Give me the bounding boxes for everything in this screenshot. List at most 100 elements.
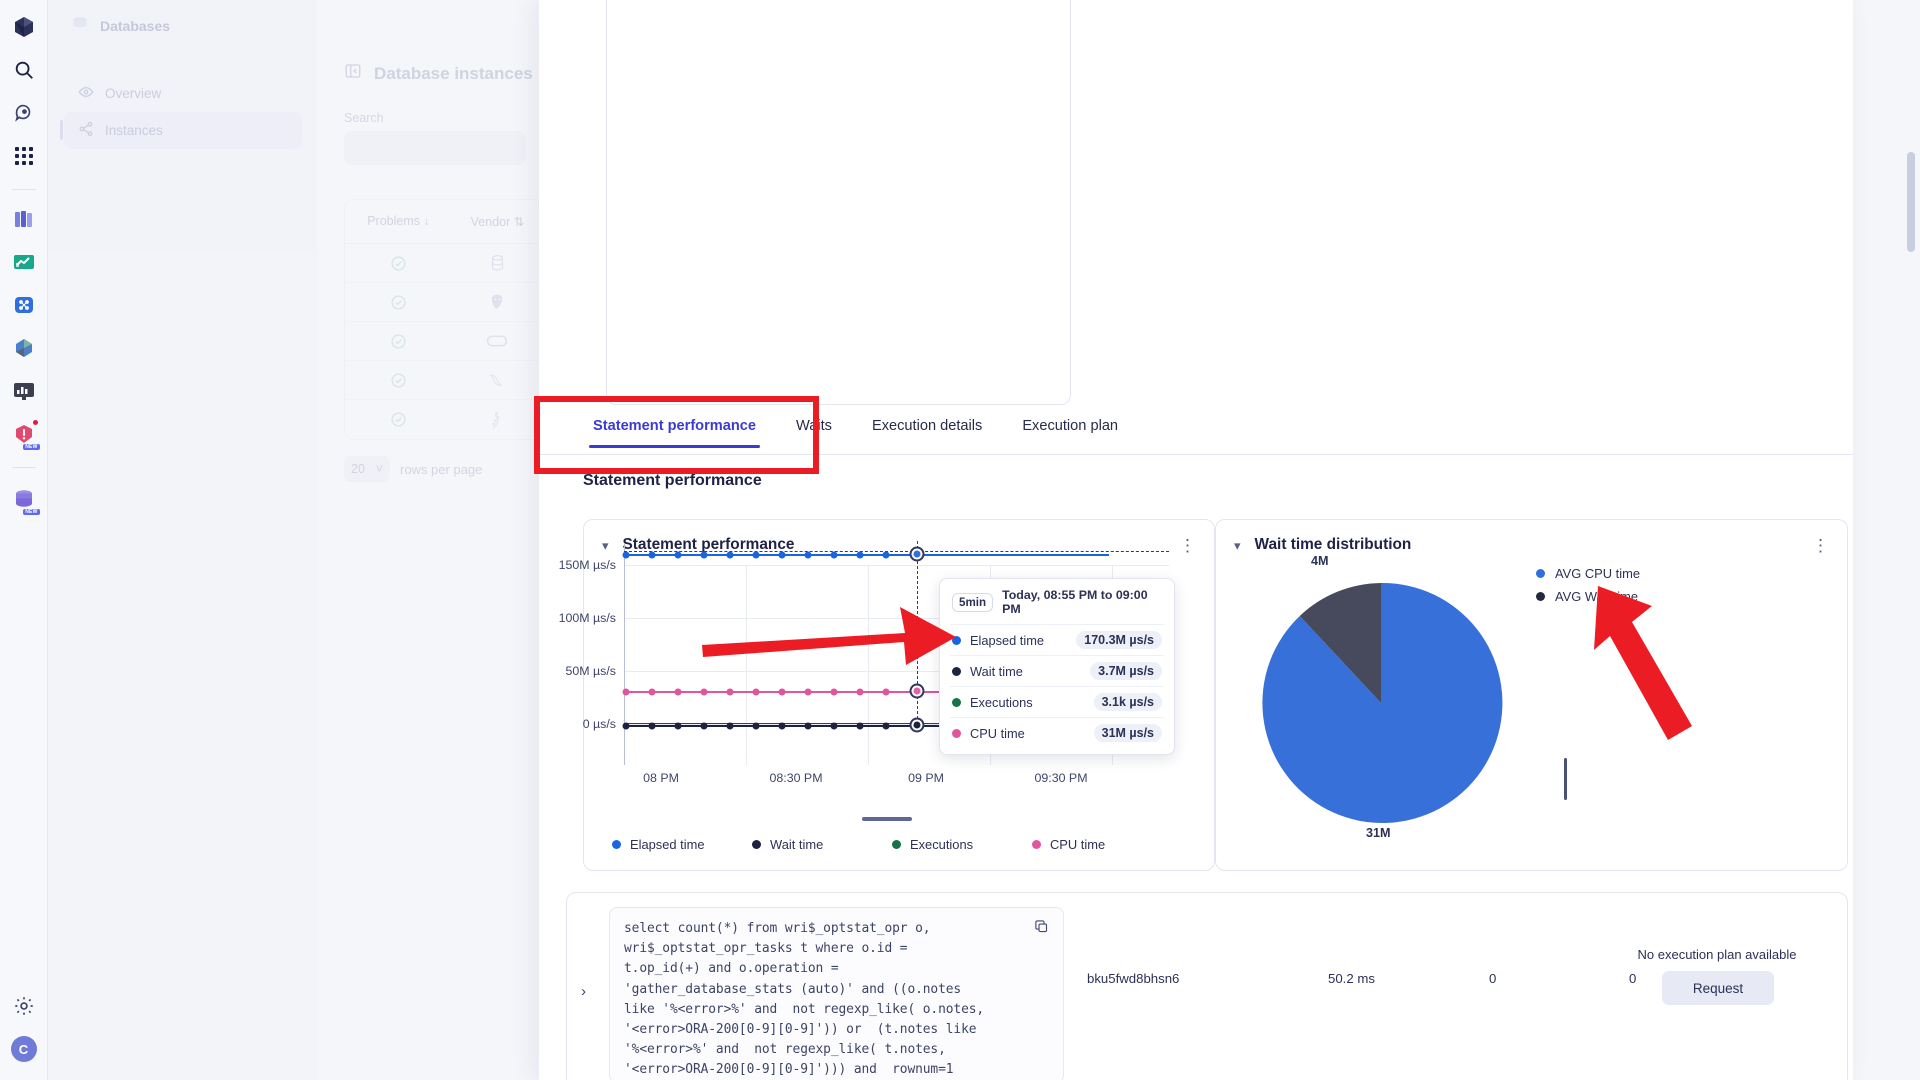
request-button[interactable]: Request: [1662, 971, 1774, 1005]
more-options-icon[interactable]: ⋮: [1179, 537, 1196, 554]
dashboards-icon[interactable]: [7, 245, 41, 279]
legend-item-executions[interactable]: Executions: [892, 837, 1032, 852]
y-tick-100m: 100M µs/s: [558, 611, 616, 625]
nav-items: Overview Instances: [48, 75, 318, 149]
pie-legend: AVG CPU time AVG Wait time: [1536, 566, 1640, 612]
more-options-icon[interactable]: ⋮: [1812, 537, 1829, 554]
settings-gear-icon[interactable]: [7, 989, 41, 1023]
search-icon[interactable]: [7, 53, 41, 87]
infrastructure-icon[interactable]: [7, 374, 41, 408]
rail-divider: [11, 189, 36, 190]
workflows-icon[interactable]: [7, 288, 41, 322]
table-header-row: Problems ↓ Vendor ⇅: [345, 200, 543, 244]
chevron-down-icon: ˅: [375, 462, 383, 476]
pie-chart[interactable]: 4M 31M: [1256, 554, 1567, 840]
copy-icon[interactable]: [1034, 919, 1049, 939]
chart-timeline-scrollbar[interactable]: [862, 817, 912, 821]
chevron-down-icon[interactable]: ▾: [1234, 539, 1241, 552]
series-dot-wait: [952, 666, 961, 676]
tab-execution-plan[interactable]: Execution plan: [1002, 408, 1138, 447]
chevron-right-icon[interactable]: ›: [581, 983, 586, 1000]
card-title: Wait time distribution: [1254, 536, 1412, 553]
legend-item-elapsed-time[interactable]: Elapsed time: [612, 837, 752, 852]
tooltip-interval: 5min: [952, 592, 994, 612]
column-header-problems[interactable]: Problems ↓: [345, 214, 452, 229]
search-input[interactable]: [344, 131, 526, 165]
ok-check-icon: [345, 411, 452, 428]
alert-dot: [31, 419, 39, 426]
assistant-icon[interactable]: [7, 96, 41, 130]
eye-icon: [78, 84, 94, 103]
line-chart[interactable]: 150M µs/s 100M µs/s 50M µs/s 0 µs/s 08 P…: [559, 541, 1175, 785]
problems-icon[interactable]: NEW: [7, 417, 41, 451]
chevron-down-icon[interactable]: ▾: [602, 539, 609, 552]
avatar[interactable]: C: [7, 1032, 41, 1066]
sidebar-item-overview[interactable]: Overview: [64, 75, 302, 112]
legend-item-cpu-time[interactable]: CPU time: [1032, 837, 1172, 852]
nav-panel-title-row: Databases: [48, 0, 318, 37]
metric-b-cell: 0: [1629, 971, 1637, 986]
column-header-vendor[interactable]: Vendor ⇅: [452, 214, 543, 229]
y-tick-50m: 50M µs/s: [565, 664, 616, 678]
ok-check-icon: [345, 372, 452, 389]
page-title: Database instances: [374, 63, 533, 83]
nav-panel-title: Databases: [100, 17, 171, 34]
tooltip-time-range: Today, 08:55 PM to 09:00 PM: [1002, 588, 1148, 616]
pie-label-wait: 4M: [1311, 554, 1329, 568]
statement-sql-snippet-text: select count(*) from wri$_optstat_opr o,…: [624, 921, 985, 1078]
overlay-scrollbar[interactable]: [1901, 0, 1919, 1080]
card-header: ▾ Wait time distribution ⋮: [1216, 520, 1847, 554]
pie-label-cpu: 31M: [1366, 826, 1391, 840]
kubernetes-icon[interactable]: [7, 331, 41, 365]
ok-check-icon: [345, 255, 452, 272]
series-dot-cpu: [952, 728, 961, 738]
new-badge-databases: NEW: [23, 509, 40, 515]
tab-execution-details[interactable]: Execution details: [852, 408, 1002, 447]
table-row[interactable]: [345, 322, 543, 361]
legend-item-wait-time[interactable]: Wait time: [752, 837, 892, 852]
sidebar-item-databases[interactable]: NEW: [7, 482, 41, 516]
hover-point-cpu: [909, 683, 925, 699]
table-row[interactable]: [345, 400, 543, 439]
avatar-initial: C: [10, 1036, 37, 1062]
sidebar-item-overview-label: Overview: [105, 86, 162, 101]
sidebar-item-instances[interactable]: Instances: [60, 112, 302, 149]
duration-cell: 50.2 ms: [1328, 971, 1375, 986]
tab-statement-performance[interactable]: Statement performance: [573, 408, 776, 448]
x-tick-0: 08 PM: [643, 771, 679, 785]
hover-point-wait: [909, 717, 925, 733]
apps-grid-icon[interactable]: [7, 139, 41, 173]
table-row[interactable]: [345, 283, 543, 322]
legend-item-avg-cpu-time[interactable]: AVG CPU time: [1536, 566, 1640, 581]
series-dot-elapsed: [952, 635, 961, 645]
logo-icon[interactable]: [7, 10, 41, 44]
books-icon[interactable]: [7, 202, 41, 236]
scrollbar-thumb[interactable]: [1907, 152, 1915, 252]
y-tick-150m: 150M µs/s: [558, 558, 616, 572]
app-root: NEW NEW C Databases Overview Instances D…: [0, 0, 1920, 1080]
ok-check-icon: [345, 333, 452, 350]
x-tick-1: 08:30 PM: [769, 771, 823, 785]
tooltip-row-cpu-time: CPU time 31M µs/s: [950, 717, 1164, 748]
ok-check-icon: [345, 294, 452, 311]
pie-svg: [1262, 582, 1503, 823]
chart-tooltip: 5min Today, 08:55 PM to 09:00 PM Elapsed…: [939, 578, 1175, 755]
table-row[interactable]: [345, 361, 543, 400]
legend-dot-elapsed: [612, 840, 621, 849]
rail-divider-2: [11, 467, 36, 468]
databases-header-icon: [70, 14, 90, 37]
panel-collapse-icon[interactable]: [344, 62, 362, 85]
left-icon-rail: NEW NEW C: [0, 0, 48, 1080]
metric-a-cell: 0: [1489, 971, 1497, 986]
legend-item-avg-wait-time[interactable]: AVG Wait time: [1536, 589, 1640, 604]
tab-waits[interactable]: Waits: [776, 408, 852, 447]
postgresql-icon: [452, 293, 543, 312]
legend-dot-avg-wait: [1536, 592, 1545, 601]
legend-dot-avg-cpu: [1536, 569, 1545, 578]
table-row[interactable]: [345, 244, 543, 283]
hover-point-elapsed: [909, 546, 925, 562]
statement-sql-snippet: select count(*) from wri$_optstat_opr o,…: [609, 907, 1064, 1080]
detail-tabs: Statement performance Waits Execution de…: [539, 408, 1853, 455]
chart-legend: Elapsed time Wait time Executions CPU ti…: [612, 837, 1172, 852]
rows-per-page-select[interactable]: 20 ˅: [344, 456, 390, 482]
